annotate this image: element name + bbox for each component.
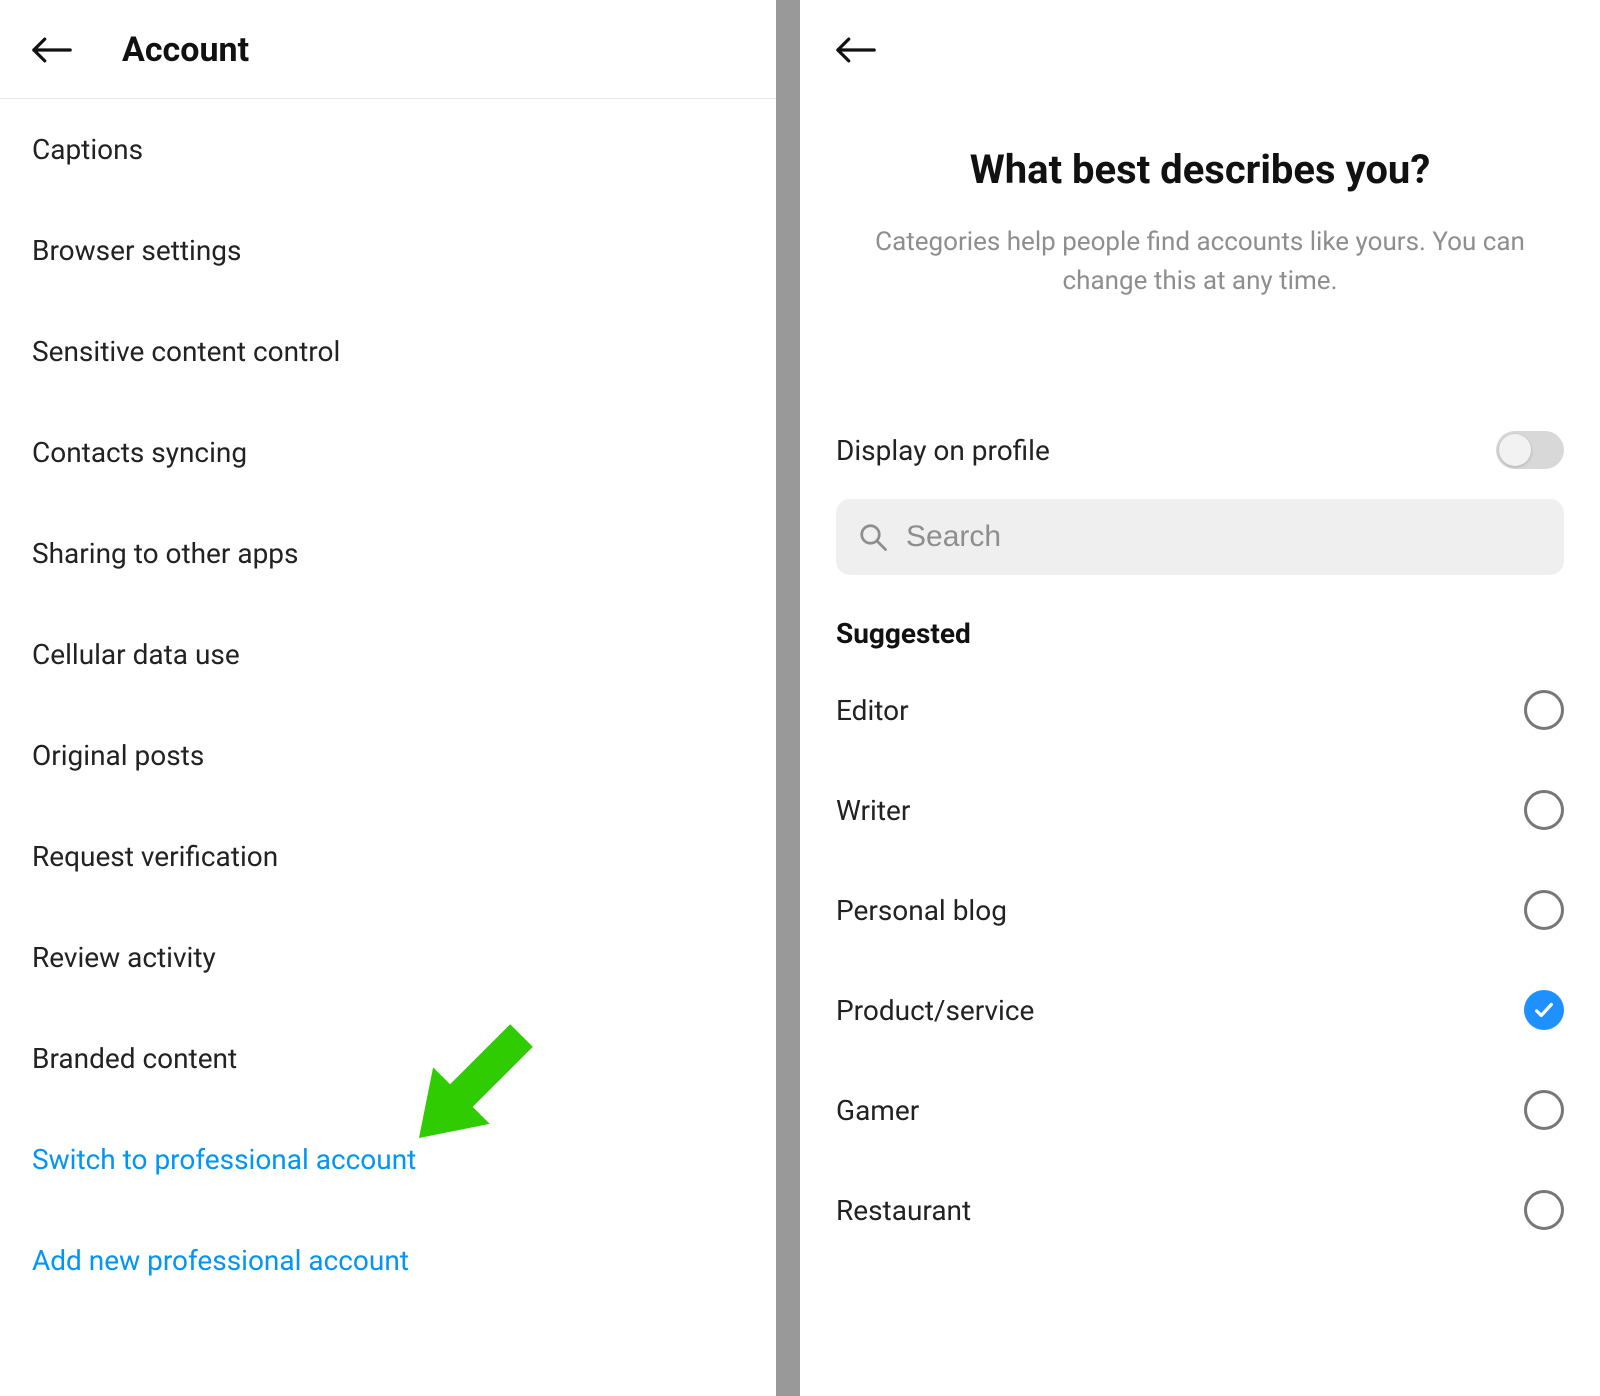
settings-item-add-new-professional-account[interactable]: Add new professional account [32, 1210, 744, 1311]
radio-icon[interactable] [1524, 1190, 1564, 1230]
settings-list: CaptionsBrowser settingsSensitive conten… [0, 99, 776, 1311]
settings-item-switch-to-professional-account[interactable]: Switch to professional account [32, 1109, 744, 1210]
settings-item-contacts-syncing[interactable]: Contacts syncing [32, 402, 744, 503]
display-on-profile-label: Display on profile [836, 434, 1050, 467]
account-settings-panel: Account CaptionsBrowser settingsSensitiv… [0, 0, 800, 1396]
hero: What best describes you? Categories help… [800, 66, 1600, 301]
suggested-header: Suggested [800, 617, 1600, 650]
back-button-left[interactable] [32, 34, 76, 66]
category-list: Editor Writer Personal blog Product/service… [800, 660, 1600, 1260]
search-input[interactable] [906, 520, 1542, 554]
category-row-gamer[interactable]: Gamer [836, 1060, 1564, 1160]
category-label: Gamer [836, 1094, 919, 1127]
settings-item-sensitive-content-control[interactable]: Sensitive content control [32, 301, 744, 402]
settings-item-captions[interactable]: Captions [32, 99, 744, 200]
category-label: Restaurant [836, 1194, 971, 1227]
settings-item-sharing-to-other-apps[interactable]: Sharing to other apps [32, 503, 744, 604]
settings-item-original-posts[interactable]: Original posts [32, 705, 744, 806]
settings-item-request-verification[interactable]: Request verification [32, 806, 744, 907]
settings-item-branded-content[interactable]: Branded content [32, 1008, 744, 1109]
hero-title: What best describes you? [836, 146, 1564, 193]
radio-icon[interactable] [1524, 690, 1564, 730]
back-button-right[interactable] [836, 34, 880, 66]
radio-icon[interactable] [1524, 790, 1564, 830]
arrow-left-icon [32, 36, 72, 64]
toggle-knob [1499, 434, 1531, 466]
category-row-product-service[interactable]: Product/service [836, 960, 1564, 1060]
left-header: Account [0, 0, 776, 99]
hero-subtitle: Categories help people find accounts lik… [850, 223, 1550, 301]
arrow-left-icon [836, 36, 876, 64]
page-title: Account [122, 30, 249, 70]
radio-selected-icon[interactable] [1524, 990, 1564, 1030]
category-row-editor[interactable]: Editor [836, 660, 1564, 760]
display-on-profile-toggle[interactable] [1496, 431, 1564, 469]
category-label: Writer [836, 794, 910, 827]
settings-item-browser-settings[interactable]: Browser settings [32, 200, 744, 301]
category-label: Personal blog [836, 894, 1007, 927]
radio-icon[interactable] [1524, 890, 1564, 930]
search-icon [858, 522, 888, 552]
radio-icon[interactable] [1524, 1090, 1564, 1130]
category-label: Editor [836, 694, 909, 727]
category-row-writer[interactable]: Writer [836, 760, 1564, 860]
category-selection-panel: What best describes you? Categories help… [800, 0, 1600, 1396]
category-row-personal-blog[interactable]: Personal blog [836, 860, 1564, 960]
category-row-restaurant[interactable]: Restaurant [836, 1160, 1564, 1260]
right-header [800, 0, 1600, 66]
display-on-profile-row: Display on profile [800, 431, 1600, 469]
settings-item-review-activity[interactable]: Review activity [32, 907, 744, 1008]
search-container [800, 499, 1600, 575]
category-label: Product/service [836, 994, 1034, 1027]
settings-item-cellular-data-use[interactable]: Cellular data use [32, 604, 744, 705]
search-box[interactable] [836, 499, 1564, 575]
